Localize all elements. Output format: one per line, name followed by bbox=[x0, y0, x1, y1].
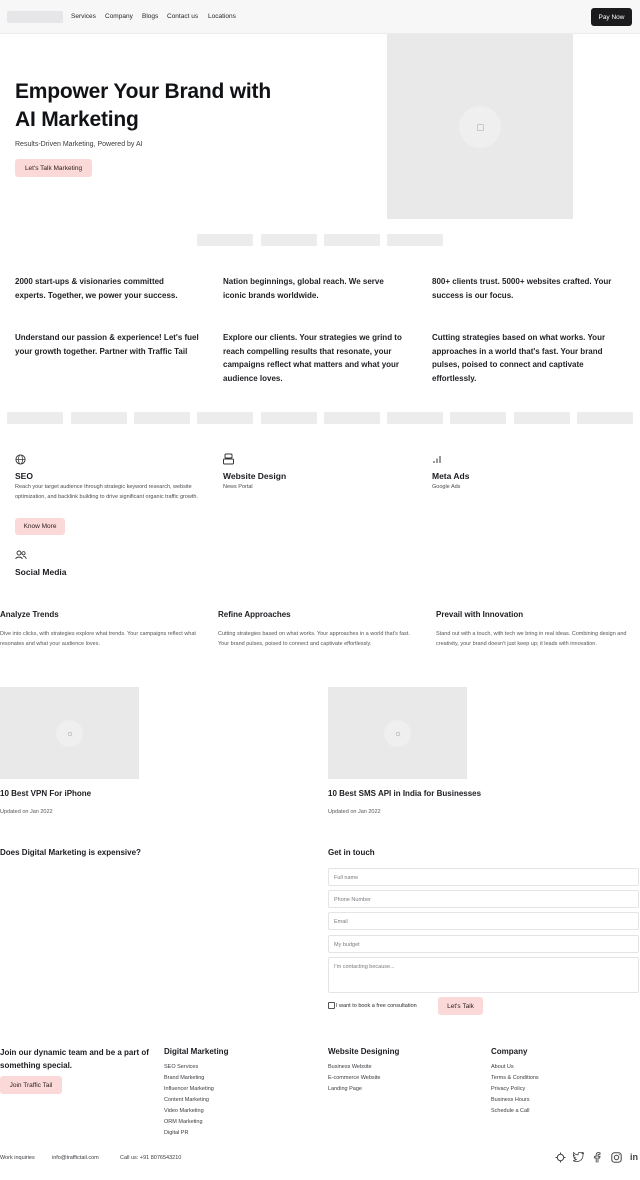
footer-heading-company: Company bbox=[491, 1047, 528, 1056]
approach-text: Stand out with a touch, with tech we bri… bbox=[436, 631, 627, 647]
hero-image bbox=[387, 34, 573, 219]
service-title-social-media: Social Media bbox=[15, 567, 67, 577]
contact-email-link[interactable]: info@traffictail.com bbox=[52, 1155, 99, 1161]
twitter-icon[interactable] bbox=[572, 1151, 584, 1165]
approach-title: Refine Approaches bbox=[218, 610, 291, 619]
bar-chart-icon bbox=[432, 454, 442, 467]
footer-link[interactable]: Schedule a Call bbox=[491, 1108, 530, 1114]
approach-text: Dive into clicks, with strategies explor… bbox=[0, 631, 196, 647]
compass-icon[interactable] bbox=[554, 1152, 566, 1166]
approach-title: Analyze Trends bbox=[0, 610, 59, 619]
footer-link[interactable]: Business Website bbox=[328, 1064, 372, 1070]
users-icon bbox=[15, 550, 27, 563]
service-title-meta-ads: Meta Ads bbox=[432, 471, 470, 481]
service-desc-seo: Reach your target audience through strat… bbox=[15, 484, 199, 500]
globe-icon bbox=[15, 454, 26, 468]
email-field[interactable]: Email bbox=[328, 912, 639, 930]
partner-logo bbox=[324, 234, 380, 246]
nav-link-contact[interactable]: Contact us bbox=[167, 13, 198, 20]
blog-date: Updated on Jan 2022 bbox=[328, 809, 381, 815]
footer-link[interactable]: Digital PR bbox=[164, 1130, 188, 1136]
message-field[interactable]: I'm contacting because... bbox=[328, 957, 639, 993]
image-placeholder-icon bbox=[56, 720, 83, 747]
blog-title[interactable]: 10 Best VPN For iPhone bbox=[0, 789, 91, 798]
linkedin-icon[interactable]: in bbox=[628, 1152, 640, 1162]
client-logo bbox=[7, 412, 63, 424]
partner-logo bbox=[261, 234, 317, 246]
client-logo bbox=[197, 412, 253, 424]
budget-field[interactable]: My budget bbox=[328, 935, 639, 953]
stat-text: Understand our passion & experience! Let… bbox=[15, 333, 199, 356]
service-title-seo: SEO bbox=[15, 471, 33, 481]
blog-image[interactable] bbox=[328, 687, 467, 779]
footer-link[interactable]: Content Marketing bbox=[164, 1097, 209, 1103]
footer-join-text: Join our dynamic team and be a part of s… bbox=[0, 1048, 149, 1070]
blog-date: Updated on Jan 2022 bbox=[0, 809, 53, 815]
nav-link-locations[interactable]: Locations bbox=[208, 13, 236, 20]
footer-link[interactable]: About Us bbox=[491, 1064, 514, 1070]
footer-link[interactable]: Landing Page bbox=[328, 1086, 362, 1092]
faq-question[interactable]: Does Digital Marketing is expensive? bbox=[0, 848, 141, 857]
footer-link[interactable]: Brand Marketing bbox=[164, 1075, 204, 1081]
image-placeholder-icon bbox=[459, 106, 501, 148]
footer-link[interactable]: Business Hours bbox=[491, 1097, 530, 1103]
service-sub-news-portal: News Portal bbox=[223, 484, 253, 490]
nav-link-services[interactable]: Services bbox=[71, 13, 96, 20]
lets-talk-submit-button[interactable]: Let's Talk bbox=[438, 997, 483, 1015]
client-logo bbox=[387, 412, 443, 424]
footer-link[interactable]: Privacy Policy bbox=[491, 1086, 525, 1092]
footer-link[interactable]: ORM Marketing bbox=[164, 1119, 203, 1125]
client-logo bbox=[450, 412, 506, 424]
partner-logo bbox=[197, 234, 253, 246]
consultation-label: I want to book a free consultation bbox=[336, 1003, 417, 1009]
stat-text: Explore our clients. Your strategies we … bbox=[223, 333, 402, 383]
client-logo bbox=[261, 412, 317, 424]
layers-icon bbox=[223, 453, 234, 468]
client-logo bbox=[324, 412, 380, 424]
contact-title: Get in touch bbox=[328, 848, 375, 857]
footer-link[interactable]: E-commerce Website bbox=[328, 1075, 380, 1081]
hero-subtitle: Results-Driven Marketing, Powered by AI bbox=[15, 141, 143, 148]
blog-image[interactable] bbox=[0, 687, 139, 779]
approach-title: Prevail with Innovation bbox=[436, 610, 524, 619]
brand-logo[interactable] bbox=[7, 11, 63, 23]
nav-link-company[interactable]: Company bbox=[105, 13, 133, 20]
nav-link-blogs[interactable]: Blogs bbox=[142, 13, 158, 20]
facebook-icon[interactable] bbox=[591, 1152, 603, 1166]
footer-link[interactable]: Terms & Conditions bbox=[491, 1075, 539, 1081]
footer-link[interactable]: Influencer Marketing bbox=[164, 1086, 214, 1092]
service-sub-google-ads: Google Ads bbox=[432, 484, 461, 490]
stat-text: 800+ clients trust. 5000+ websites craft… bbox=[432, 277, 612, 300]
stat-text: Cutting strategies based on what works. … bbox=[432, 333, 606, 383]
blog-title[interactable]: 10 Best SMS API in India for Businesses bbox=[328, 789, 481, 798]
footer-heading-digital-marketing: Digital Marketing bbox=[164, 1047, 229, 1056]
client-logo bbox=[71, 412, 127, 424]
client-logo bbox=[514, 412, 570, 424]
stat-text: Nation beginnings, global reach. We serv… bbox=[223, 277, 384, 300]
consultation-checkbox[interactable] bbox=[328, 1002, 335, 1009]
hero-title: Empower Your Brand with AI Marketing bbox=[15, 80, 271, 131]
footer-link[interactable]: SEO Services bbox=[164, 1064, 198, 1070]
client-logo bbox=[134, 412, 190, 424]
know-more-button[interactable]: Know More bbox=[15, 518, 65, 535]
instagram-icon[interactable] bbox=[610, 1152, 622, 1166]
image-placeholder-icon bbox=[384, 720, 411, 747]
top-navbar: Services Company Blogs Contact us Locati… bbox=[0, 0, 640, 34]
contact-phone-link[interactable]: Call us: +91 8076543210 bbox=[120, 1155, 181, 1161]
full-name-field[interactable]: Full name bbox=[328, 868, 639, 886]
phone-field[interactable]: Phone Number bbox=[328, 890, 639, 908]
pay-now-button[interactable]: Pay Now bbox=[591, 8, 632, 26]
stat-text: 2000 start-ups & visionaries committed e… bbox=[15, 277, 178, 300]
client-logo bbox=[577, 412, 633, 424]
footer-link[interactable]: Video Marketing bbox=[164, 1108, 204, 1114]
approach-text: Cutting strategies based on what works. … bbox=[218, 631, 410, 647]
footer-heading-website-designing: Website Designing bbox=[328, 1047, 400, 1056]
partner-logo bbox=[387, 234, 443, 246]
service-title-website-design: Website Design bbox=[223, 471, 287, 481]
lets-talk-marketing-button[interactable]: Let's Talk Marketing bbox=[15, 159, 92, 177]
work-inquiries-label: Work inquiries bbox=[0, 1155, 35, 1161]
join-traffic-tail-button[interactable]: Join Traffic Tail bbox=[0, 1076, 62, 1094]
